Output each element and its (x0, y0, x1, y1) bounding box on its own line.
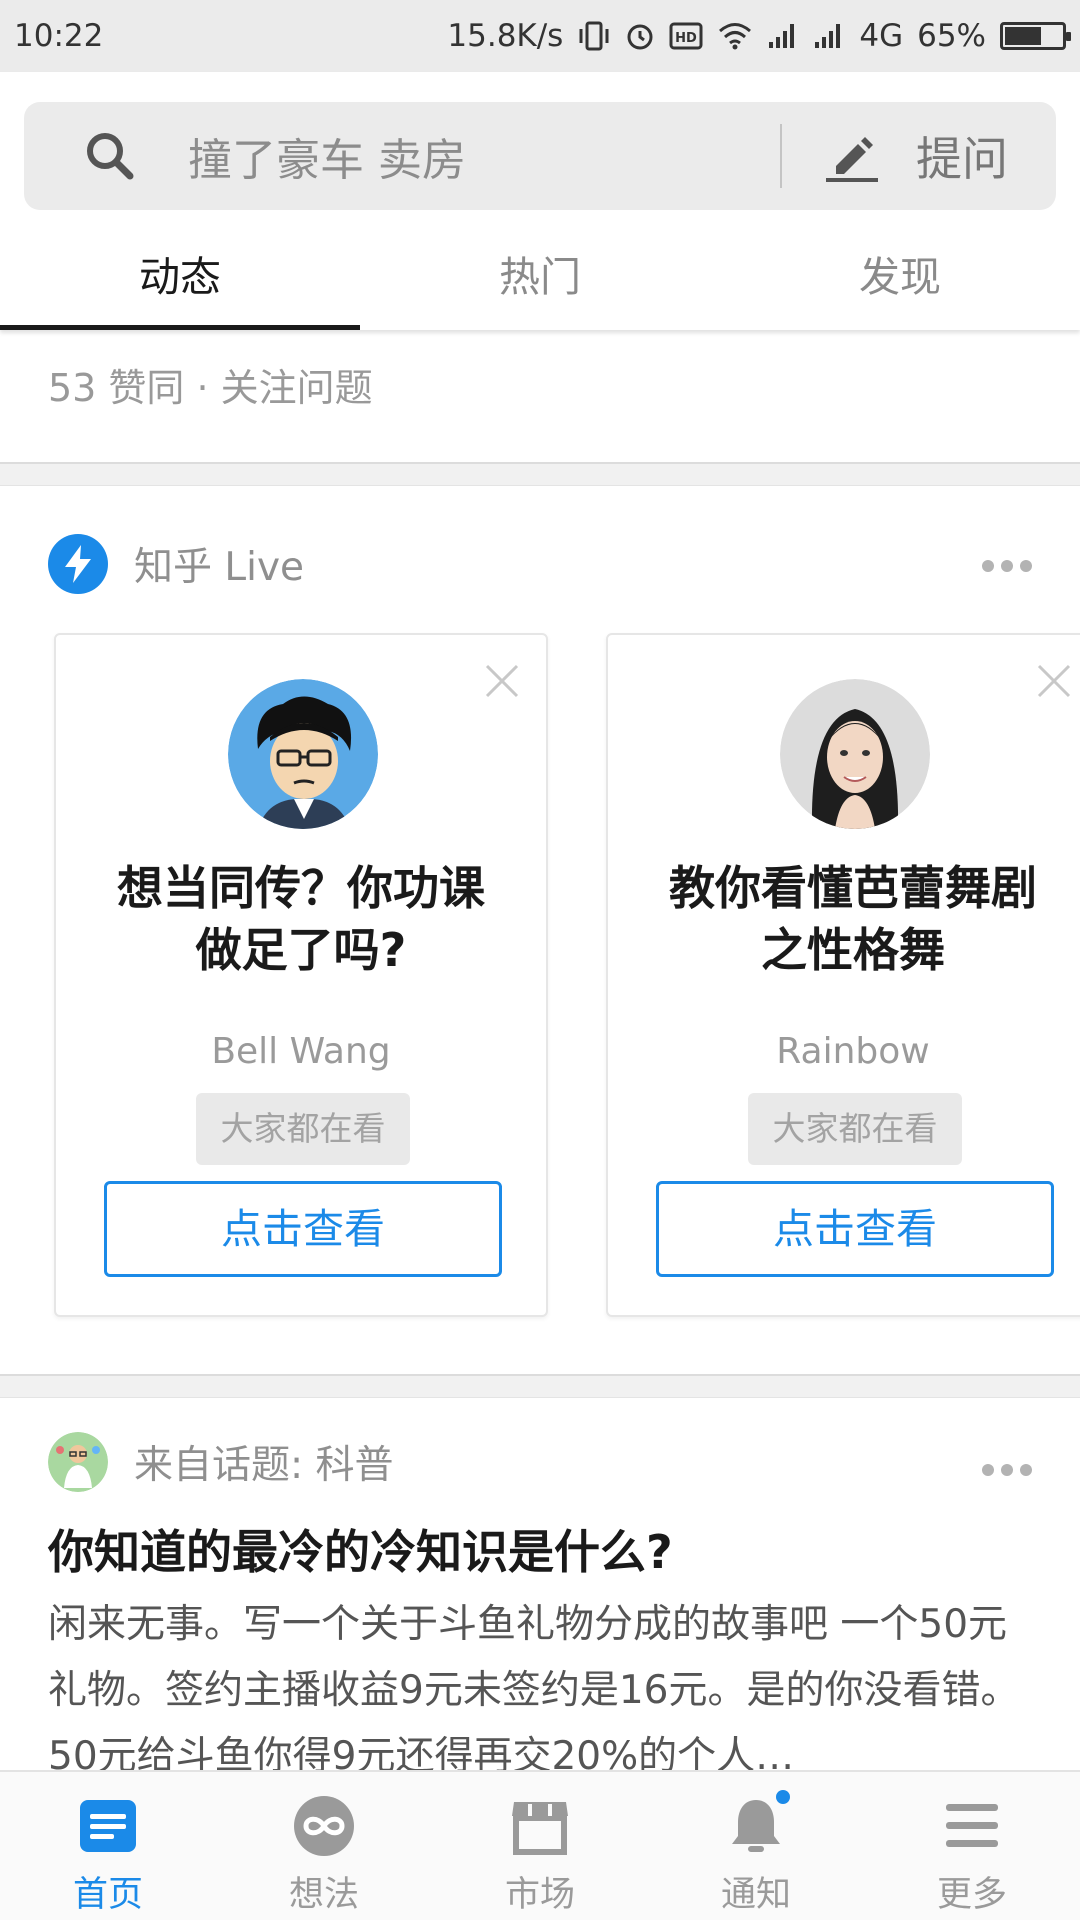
view-button[interactable]: 点击查看 (656, 1181, 1054, 1277)
alarm-icon (627, 24, 653, 50)
live-card[interactable]: 教你看懂芭蕾舞剧 之性格舞 Rainbow 大家都在看 点击查看 (606, 633, 1080, 1317)
close-icon[interactable] (484, 663, 520, 699)
nav-label: 首页 (72, 1875, 143, 1915)
menu-icon (946, 1804, 998, 1847)
live-card-badge: 大家都在看 (196, 1093, 410, 1165)
top-header: 撞了豪车 卖房 提问 动态 热门 发现 (0, 72, 1080, 330)
live-card-author: Bell Wang (211, 1031, 391, 1072)
battery-percent: 65% (917, 18, 986, 54)
avatar (228, 679, 378, 829)
bottom-nav: 首页 想法 市场 通知 更多 (0, 1770, 1080, 1920)
ask-label: 提问 (916, 132, 1008, 186)
vibrate-icon (579, 21, 609, 51)
pencil-icon (826, 137, 878, 182)
view-button[interactable]: 点击查看 (104, 1181, 502, 1277)
network-speed: 15.8K/s (447, 18, 564, 54)
battery-icon (1000, 22, 1071, 50)
search-icon (87, 133, 134, 180)
live-card-title: 想当同传？你功课 做足了吗? (76, 857, 526, 981)
svg-text:HD: HD (676, 31, 698, 46)
more-options-icon[interactable] (982, 558, 1032, 574)
signal-icon-2 (815, 24, 841, 48)
nav-label: 想法 (288, 1875, 359, 1915)
search-placeholder[interactable]: 撞了豪车 卖房 (188, 124, 780, 188)
live-card-title-line: 教你看懂芭蕾舞剧 (669, 861, 1037, 915)
home-feed-icon (80, 1800, 136, 1852)
nav-market[interactable]: 市场 (432, 1772, 648, 1920)
nav-ideas[interactable]: 想法 (216, 1772, 432, 1920)
topic-source[interactable]: 来自话题: 科普 (134, 1434, 394, 1490)
nav-more[interactable]: 更多 (864, 1772, 1080, 1920)
live-section-title: 知乎 Live (134, 545, 305, 590)
bell-icon (724, 1790, 790, 1858)
tab-dynamics[interactable]: 动态 (0, 240, 360, 330)
network-type: 4G (859, 18, 904, 54)
feed-tabs: 动态 热门 发现 (0, 240, 1080, 330)
nav-label: 市场 (504, 1875, 575, 1915)
live-card-title-line: 做足了吗? (195, 923, 407, 977)
question-title[interactable]: 你知道的最冷的冷知识是什么? (48, 1516, 673, 1582)
market-icon (512, 1802, 568, 1855)
close-icon[interactable] (1036, 663, 1072, 699)
lightning-icon (48, 534, 108, 594)
search-bar[interactable]: 撞了豪车 卖房 提问 (24, 102, 1056, 210)
section-divider (0, 462, 1080, 486)
topic-header: 来自话题: 科普 (48, 1432, 394, 1492)
notification-dot (776, 1790, 790, 1804)
live-header: 知乎 Live (48, 534, 304, 594)
hd-icon: HD (669, 22, 703, 50)
live-card-title-line: 之性格舞 (761, 923, 945, 977)
feed-item[interactable]: 来自话题: 科普 你知道的最冷的冷知识是什么? 闲来无事。写一个关于斗鱼礼物分成… (0, 1398, 1080, 1770)
topic-avatar (48, 1432, 108, 1492)
section-divider (0, 1374, 1080, 1398)
battery-fill (1005, 27, 1041, 45)
tab-discover[interactable]: 发现 (720, 240, 1080, 330)
live-section: 知乎 Live 想当同传？你功课 做足了吗? Bell Wang 大家都在看 点… (0, 486, 1080, 1374)
nav-home[interactable]: 首页 (0, 1772, 216, 1920)
more-options-icon[interactable] (982, 1462, 1032, 1478)
live-card-title-line: 想当同传？你功课 (117, 861, 485, 915)
tab-hot[interactable]: 热门 (360, 240, 720, 330)
ask-question-button[interactable]: 提问 (782, 102, 1056, 210)
status-time: 10:22 (14, 18, 104, 54)
live-card[interactable]: 想当同传？你功课 做足了吗? Bell Wang 大家都在看 点击查看 (54, 633, 548, 1317)
avatar (780, 679, 930, 829)
nav-label: 更多 (936, 1875, 1007, 1915)
answer-excerpt[interactable]: 闲来无事。写一个关于斗鱼礼物分成的故事吧 一个50元礼物。签约主播收益9元未签约… (48, 1592, 1040, 1770)
status-bar: 10:22 15.8K/s HD 4G 65% (0, 0, 1080, 72)
ideas-icon (294, 1796, 354, 1856)
nav-label: 通知 (720, 1875, 791, 1915)
live-card-author: Rainbow (776, 1031, 930, 1072)
wifi-icon (719, 23, 752, 50)
live-card-badge: 大家都在看 (748, 1093, 962, 1165)
status-icons: 15.8K/s HD 4G 65% (447, 18, 1071, 54)
signal-icon-1 (769, 24, 795, 48)
nav-notifications[interactable]: 通知 (648, 1772, 864, 1920)
live-card-title: 教你看懂芭蕾舞剧 之性格舞 (628, 857, 1078, 981)
feed-item-meta: 53 赞同 · 关注问题 (0, 330, 1080, 462)
